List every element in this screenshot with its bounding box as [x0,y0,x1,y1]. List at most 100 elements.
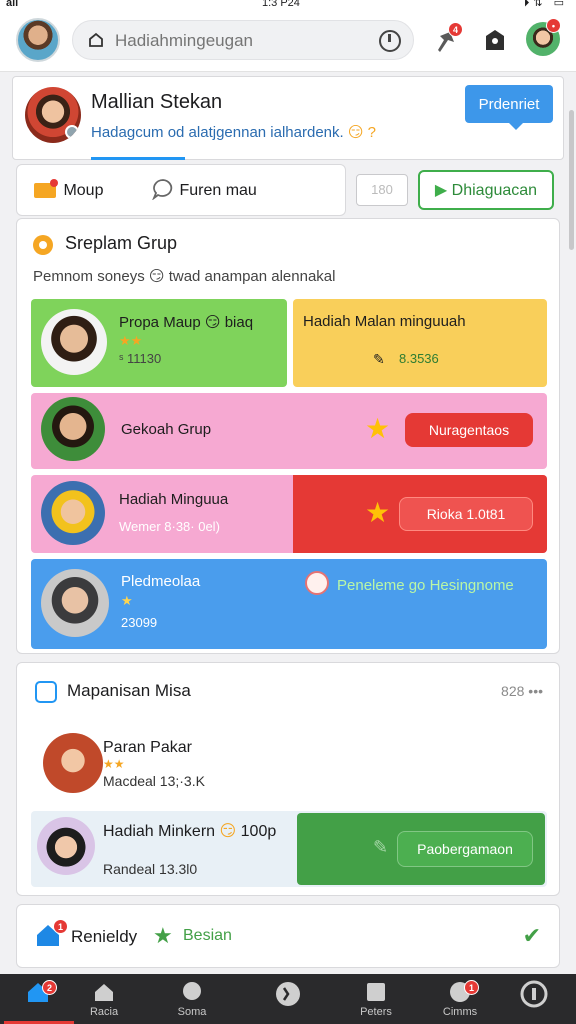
profile-status-emoji: 😏 ? [347,124,377,141]
misa-action-button[interactable]: Paobergamaon [397,831,533,867]
nav-badge: 2 [42,980,57,995]
misa-meta: Macdeal 13;·3.K [103,773,205,789]
group-tile[interactable]: Propa Maup 😏 biaq ★★ ˢ 11130 [31,299,287,387]
misa-count[interactable]: 828 ••• [501,683,543,699]
book-icon [367,983,385,1001]
friends-action[interactable]: Furen mau [151,177,257,205]
group-action-label: Moup [63,182,104,199]
bottom-nav: 2 Racia Soma Peters Cimms 1 [0,974,576,1024]
misa-avatar [43,733,103,793]
bottom-green-label: Besian [183,927,232,944]
group-name: Hadiah Malan minguuah [303,313,466,330]
bottom-card: 1 Renieldy ★ Besian ✔ [16,904,560,968]
nav-soma-label: Soma [177,1006,207,1018]
friends-action-label: Furen mau [179,182,257,199]
rating-stars: ★★ [119,333,143,348]
status-bar: aıı 1:3 P24 ⏵⇅ ▭ [0,0,576,10]
action-row: Moup Furen mau [16,164,346,216]
tag-icon[interactable] [480,26,510,56]
chat-bubble-icon [183,982,201,1000]
pen-icon: ✎ [373,837,389,857]
nav-racia-label: Racia [89,1006,119,1018]
avatar-badge: • [546,18,561,33]
misa-row[interactable]: Hadiah Minkern 😏 100p Randeal 13.3l0 ✎ P… [31,811,547,887]
check-icon[interactable]: ✔ [523,923,541,949]
search-bar[interactable] [72,20,414,60]
profile-card: Mallian Stekan Hadagcum od alatjgennan i… [12,76,564,160]
group-meta: 8.3536 [399,351,439,366]
group-tile[interactable]: Pledmeolaa ★ 23099 Peneleme go Hesingnom… [31,559,547,649]
history-icon[interactable] [379,30,401,52]
group-name: Gekoah Grup [121,421,212,438]
group-highlight: Peneleme go Hesingnome [337,577,514,594]
join-button[interactable]: Nuragentaos [405,413,533,447]
search-input[interactable] [115,27,365,55]
bottom-label: Renieldy [71,927,138,946]
top-app-bar: 4 • [0,10,576,72]
misa-avatar [37,817,95,875]
scrollbar[interactable] [569,110,574,250]
nav-badge: 1 [464,980,479,995]
play-button[interactable]: ▶ Dhiaguacan [418,170,554,210]
groups-icon [33,235,53,255]
nav-cimms[interactable]: Cimms [424,980,496,1018]
nav-racia[interactable]: Racia [68,980,140,1018]
nav-peters-label: Peters [360,1006,392,1018]
tab-indicator [91,157,185,160]
clock-time: 1:3 P24 [262,0,300,9]
misa-meta: Randeal 13.3l0 [103,861,198,877]
group-action[interactable]: Moup [33,177,103,205]
group-meta: 23099 [121,615,158,630]
play-circle-icon [276,982,300,1006]
chat-icon [151,179,173,201]
reward-button[interactable]: Rioka 1.0t81 [399,497,533,531]
play-button-label: Dhiaguacan [451,182,538,199]
premium-button[interactable]: Prdenriet [465,85,553,130]
verified-icon [65,125,79,139]
profile-name: Mallian Stekan [91,91,223,113]
nav-cimms-label: Cimms [442,1006,478,1018]
folder-icon [34,179,58,198]
groups-subtitle: Pemnom soneys 😏 twad anampan alennakal [33,268,336,285]
rating-stars: ★ [121,593,133,608]
groups-title: Sreplam Grup [65,233,178,253]
info-circle-icon [520,980,548,1008]
nav-soma[interactable]: Soma [156,980,228,1018]
group-avatar [41,481,105,545]
group-tile[interactable]: Hadiah Malan minguuah ✎ 8.3536 [293,299,547,387]
home-badge: 1 [53,919,68,934]
profile-avatar[interactable] [25,87,81,143]
nav-peters[interactable]: Peters [340,980,412,1018]
nav-home[interactable] [2,980,74,1006]
group-name: Pledmeolaa [121,573,201,590]
notification-badge: 4 [448,22,463,37]
star-icon: ★ [365,497,391,528]
nav-more[interactable] [498,980,570,1010]
misa-name: Hadiah Minkern 😏 100p [103,823,277,840]
count-box[interactable]: 180 [356,174,408,206]
gift-icon: ✎ [373,351,385,367]
misa-score: 100p [240,823,277,840]
group-tile[interactable]: Hadiah Minguua Wemer 8·38· 0el) ★ Rioka … [31,475,547,553]
nav-center[interactable] [252,980,324,1010]
user-avatar[interactable] [16,18,60,62]
group-avatar [41,397,105,461]
group-tile[interactable]: Gekoah Grup ★ Nuragentaos [31,393,547,469]
home-search-icon [89,32,103,47]
group-avatar [41,309,107,375]
misa-name-text: Hadiah Minkern [103,823,216,840]
house-icon [95,984,113,1001]
rating-stars: ★★ [103,757,125,771]
play-icon: ▶ [434,182,448,199]
reward-panel: ★ Rioka 1.0t81 [293,475,547,553]
star-icon: ★ [153,923,173,948]
group-meta: ˢ 11130 [119,351,162,366]
profile-status-text: Hadagcum od alatjgennan ialhardenk. [91,124,344,141]
groups-section: Sreplam Grup Pemnom soneys 😏 twad anampa… [16,218,560,654]
group-meta: Wemer 8·38· 0el) [119,519,220,534]
group-name: Propa Maup 😏 biaq [119,314,254,331]
group-name: Hadiah Minguua [119,491,229,508]
star-icon: ★ [365,413,391,444]
misa-title: Mapanisan Misa [67,681,191,700]
calendar-icon [35,681,57,703]
